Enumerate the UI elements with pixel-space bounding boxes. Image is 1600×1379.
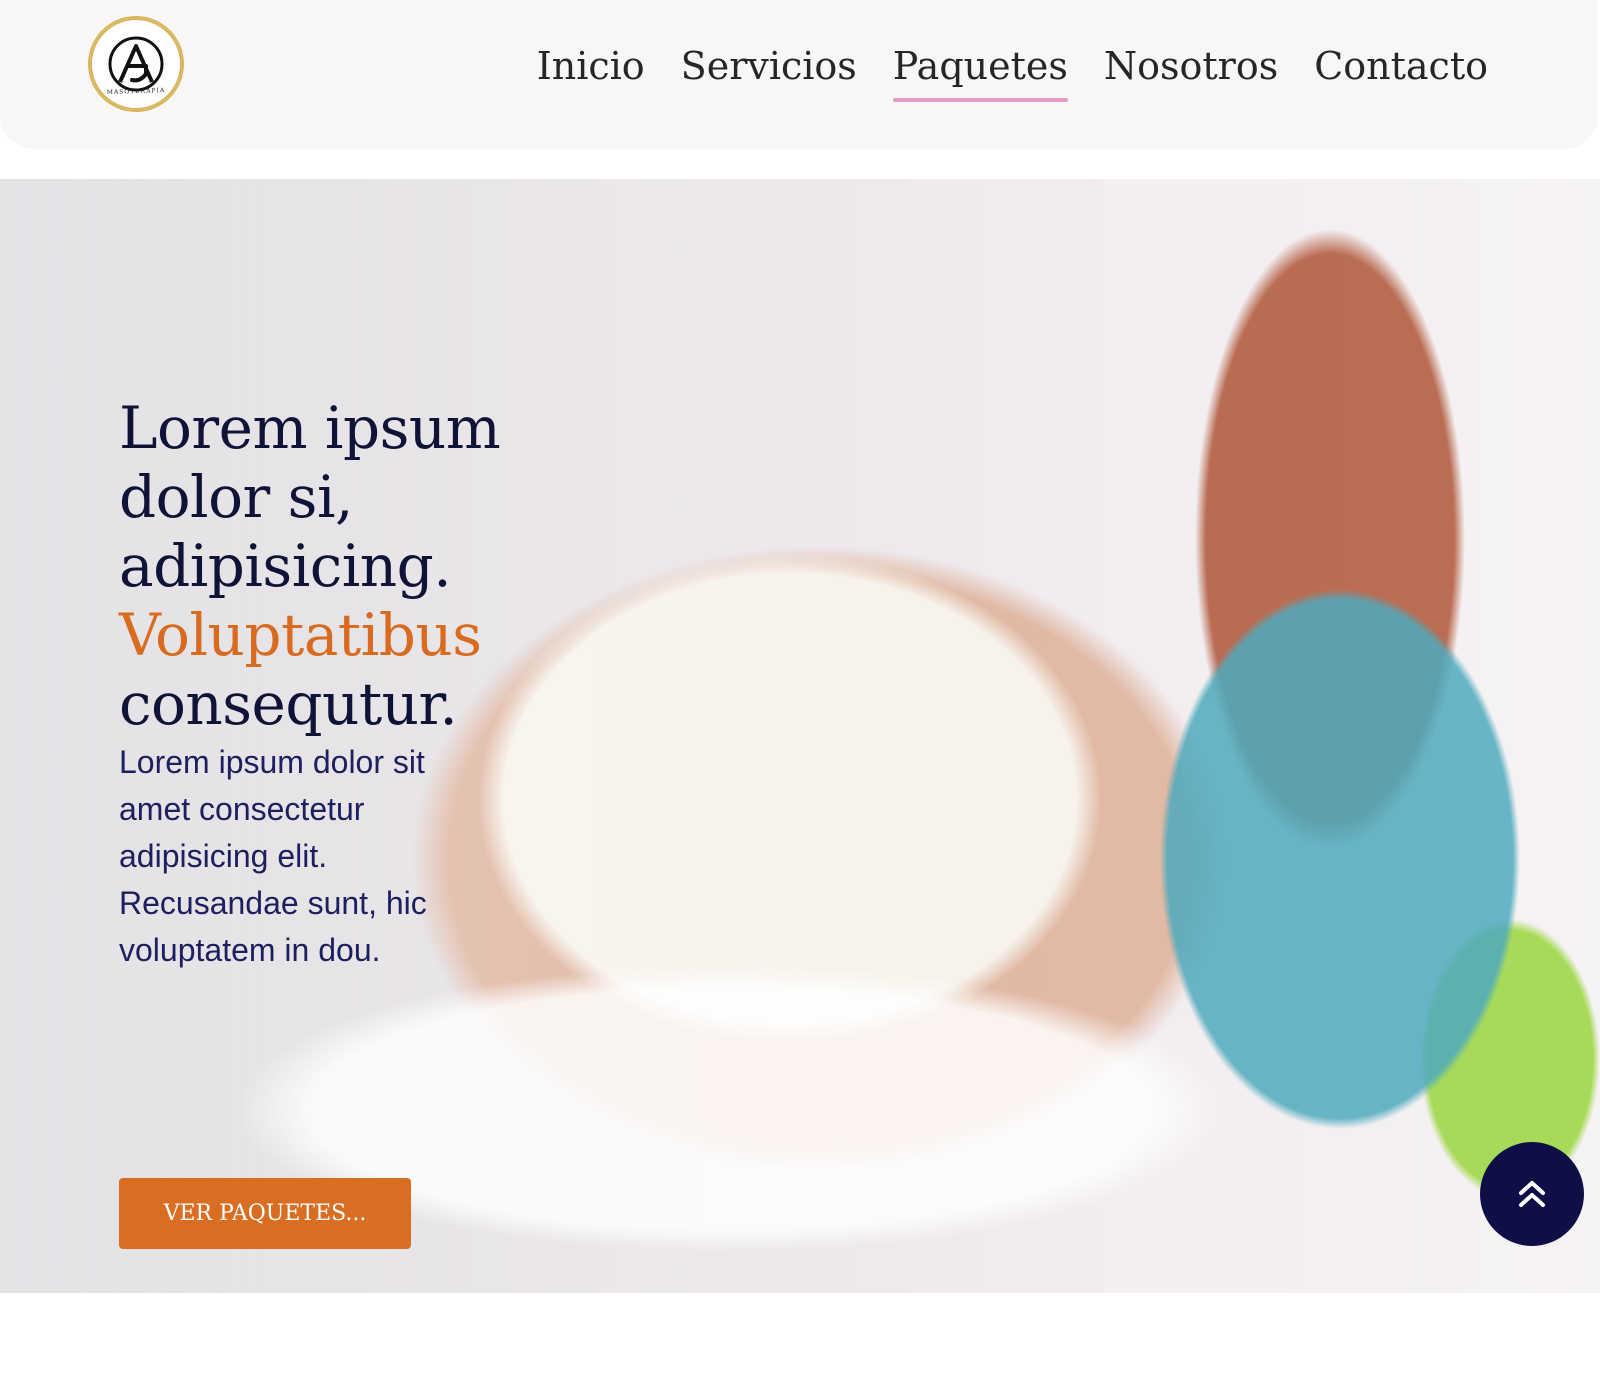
view-packages-button[interactable]: VER PAQUETES...: [119, 1178, 411, 1249]
nav-item-contacto[interactable]: Contacto: [1314, 38, 1488, 94]
nav-item-nosotros[interactable]: Nosotros: [1104, 38, 1278, 94]
hero-section: Lorem ipsum dolor si, adipisicing. Volup…: [0, 179, 1600, 1293]
hero-title: Lorem ipsum dolor si, adipisicing. Volup…: [119, 394, 539, 739]
logo-monogram-icon: [90, 18, 182, 110]
hero-title-line-3: adipisicing.: [119, 532, 452, 600]
site-header: MASOTERAPIA Inicio Servicios Paquetes No…: [0, 0, 1598, 149]
site-logo[interactable]: MASOTERAPIA: [88, 16, 184, 112]
hero-title-accent: Voluptatibus: [119, 601, 482, 669]
scroll-to-top-button[interactable]: [1480, 1142, 1584, 1246]
nav-item-paquetes[interactable]: Paquetes: [892, 38, 1068, 102]
main-nav: Inicio Servicios Paquetes Nosotros Conta…: [537, 38, 1488, 102]
page: MASOTERAPIA Inicio Servicios Paquetes No…: [0, 0, 1600, 1379]
nav-item-inicio[interactable]: Inicio: [537, 38, 645, 94]
hero-title-line-1: Lorem ipsum: [119, 394, 501, 462]
nav-item-servicios[interactable]: Servicios: [681, 38, 857, 94]
hero-description: Lorem ipsum dolor sit amet consectetur a…: [119, 744, 427, 968]
hero-content: Lorem ipsum dolor si, adipisicing. Volup…: [119, 394, 539, 1249]
hero-title-line-5: consequtur.: [119, 670, 458, 738]
hero-title-line-2: dolor si,: [119, 463, 353, 531]
double-chevron-up-icon: [1519, 1181, 1545, 1207]
